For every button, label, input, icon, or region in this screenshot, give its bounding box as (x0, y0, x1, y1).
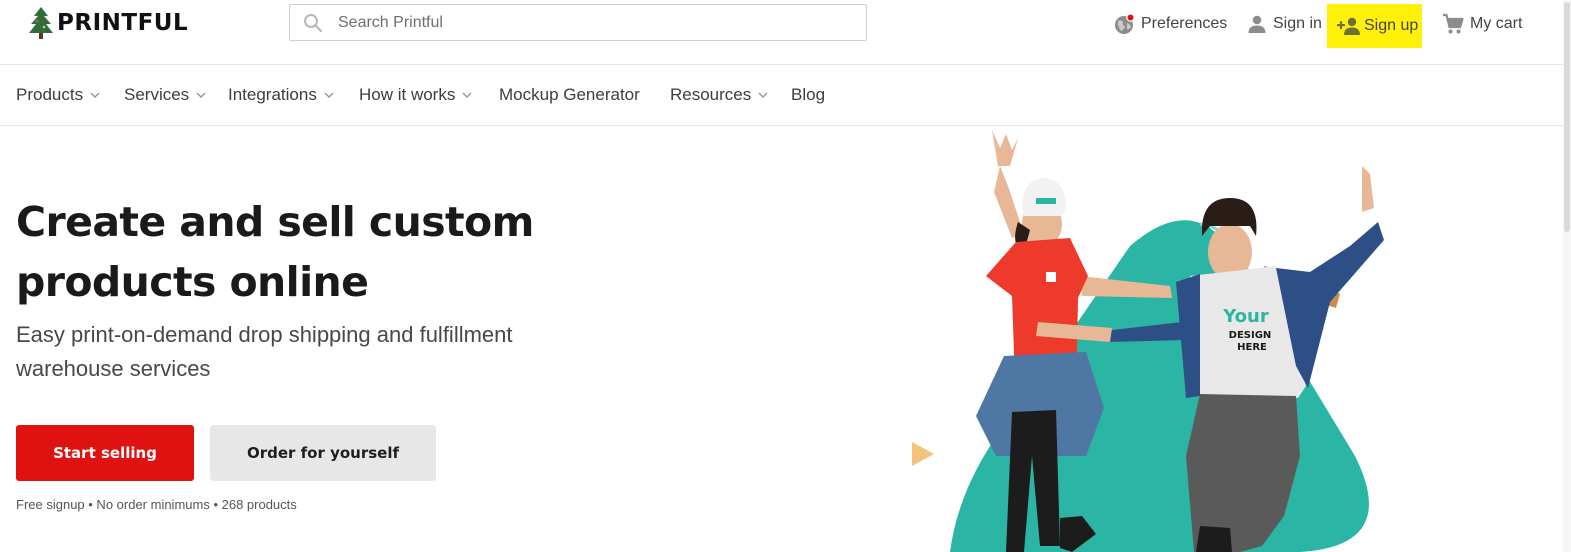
sign-in-link[interactable]: Sign in (1247, 10, 1322, 38)
start-selling-button[interactable]: Start selling (16, 425, 194, 481)
page-scrollbar[interactable] (1563, 0, 1571, 552)
user-icon (1248, 15, 1266, 33)
sign-up-link[interactable]: Sign up (1327, 4, 1422, 48)
add-user-icon (1337, 17, 1360, 35)
search-icon (304, 13, 323, 32)
cart-icon (1443, 13, 1464, 34)
printful-logo[interactable]: PRINTFUL (28, 6, 188, 40)
hero-note: Free signup • No order minimums • 268 pr… (16, 497, 297, 512)
nav-item-integrations[interactable]: Integrations (228, 85, 334, 105)
nav-item-products[interactable]: Products (16, 85, 100, 105)
hero-subtitle: Easy print-on-demand drop shipping and f… (16, 322, 513, 381)
nav-item-label: Services (124, 85, 190, 104)
chevron-down-icon (196, 92, 206, 98)
nav-item-blog[interactable]: Blog (791, 85, 825, 105)
chevron-down-icon (90, 92, 100, 98)
nav-item-label: Integrations (228, 85, 317, 104)
top-header: PRINTFUL Preferences Sign in Si (0, 0, 1571, 65)
chevron-down-icon (324, 92, 334, 98)
search-box[interactable] (289, 4, 867, 41)
nav-item-how-it-works[interactable]: How it works (359, 85, 472, 105)
sign-up-label: Sign up (1364, 17, 1419, 34)
nav-item-label: Mockup Generator (499, 85, 640, 104)
nav-item-label: Products (16, 85, 84, 104)
sign-in-label: Sign in (1273, 15, 1322, 32)
chevron-down-icon (758, 92, 768, 98)
nav-item-resources[interactable]: Resources (670, 85, 768, 105)
cart-link[interactable]: My cart (1442, 10, 1522, 38)
cart-label: My cart (1470, 15, 1523, 32)
main-navigation: Products Services Integrations How it wo… (0, 65, 1563, 126)
play-triangle-shape (912, 442, 934, 466)
preferences-link[interactable]: Preferences (1113, 10, 1227, 38)
nav-item-label: Resources (670, 85, 752, 104)
shirt-print-line-1: Your (1222, 306, 1269, 327)
nav-item-label: How it works (359, 85, 456, 104)
hero-image: Your DESIGN HERE (912, 130, 1384, 552)
hero-title: Create and sell custom products online (16, 198, 534, 306)
nav-item-mockup-generator[interactable]: Mockup Generator (499, 85, 640, 105)
nav-item-label: Blog (791, 85, 826, 104)
search-input[interactable] (338, 13, 818, 32)
globe-icon (1115, 13, 1135, 34)
scrollbar-thumb[interactable] (1564, 2, 1570, 232)
logo-text: PRINTFUL (57, 10, 189, 36)
nav-item-services[interactable]: Services (124, 85, 206, 105)
shirt-print-line-3: HERE (1237, 342, 1267, 353)
shirt-print-line-2: DESIGN (1229, 330, 1272, 341)
order-for-yourself-button[interactable]: Order for yourself (210, 425, 436, 481)
preferences-label: Preferences (1141, 15, 1228, 32)
chevron-down-icon (462, 92, 472, 98)
pine-tree-icon (29, 7, 53, 39)
